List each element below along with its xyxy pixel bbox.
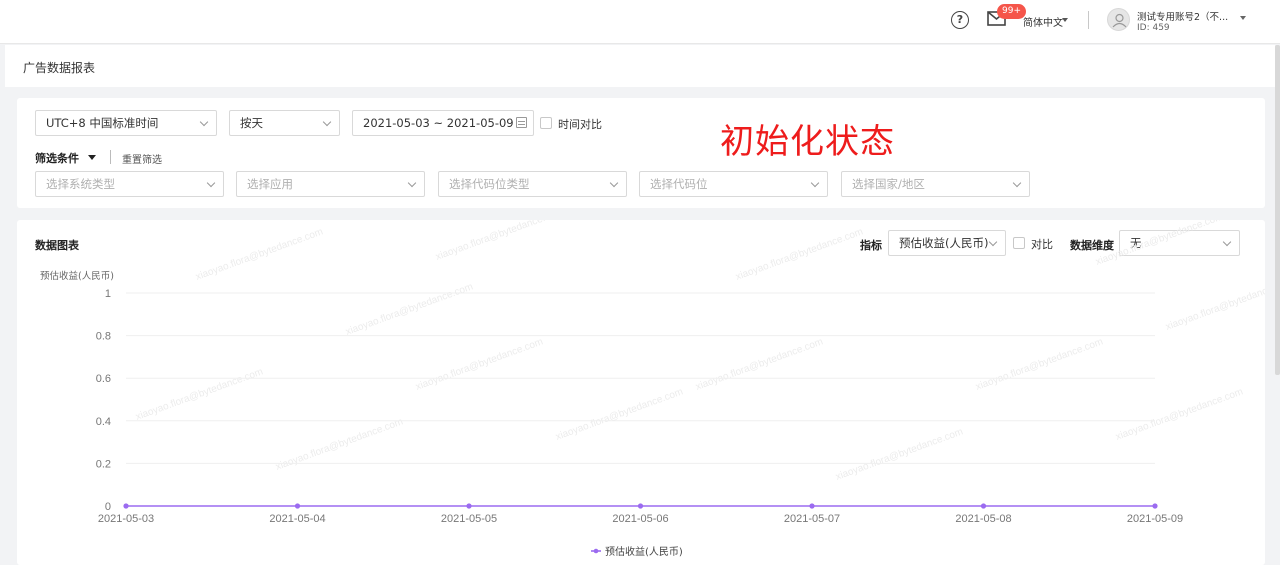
line-chart: xiaoyao.flora@bytedance.comxiaoyao.flora… [40, 220, 1265, 558]
data-point [1152, 503, 1158, 509]
data-point [294, 503, 301, 509]
y-tick-label: 0 [105, 501, 111, 513]
x-tick-label: 2021-05-03 [98, 513, 154, 525]
question-circle-icon[interactable]: ? [951, 11, 969, 29]
watermark-text: xiaoyao.flora@bytedance.com [974, 336, 1104, 392]
filter-panel: UTC+8 中国标准时间 按天 2021-05-03 ~ 2021-05-09 … [17, 98, 1265, 208]
chevron-down-icon [206, 178, 216, 188]
watermark-text: xiaoyao.flora@bytedance.com [1164, 276, 1265, 332]
data-point [980, 503, 987, 509]
chart-panel: 数据图表 指标 预估收益(人民币) 对比 数据维度 无 xiaoyao.flor… [17, 220, 1265, 565]
chevron-down-icon[interactable] [1240, 16, 1246, 20]
initial-state-annotation: 初始化状态 [720, 122, 895, 162]
watermark-text: xiaoyao.flora@bytedance.com [1094, 220, 1224, 268]
date-range-value: 2021-05-03 ~ 2021-05-09 [363, 116, 514, 130]
watermark-text: xiaoyao.flora@bytedance.com [694, 336, 824, 392]
legend-label: 预估收益(人民币) [605, 545, 683, 558]
chevron-down-icon [1012, 178, 1022, 188]
ad-slot-placeholder: 选择代码位 [650, 177, 708, 191]
x-tick-label: 2021-05-04 [269, 513, 325, 525]
chevron-down-icon [199, 117, 209, 127]
chevron-down-icon [322, 117, 332, 127]
watermark-text: xiaoyao.flora@bytedance.com [734, 226, 864, 282]
ad-slot-type-placeholder: 选择代码位类型 [449, 177, 530, 191]
country-region-select[interactable]: 选择国家/地区 [841, 171, 1030, 197]
y-tick-label: 0.8 [96, 331, 111, 343]
reset-filter-link[interactable]: 重置筛选 [122, 151, 162, 166]
watermark-text: xiaoyao.flora@bytedance.com [834, 426, 964, 482]
y-tick-label: 0.4 [96, 416, 111, 428]
scrollbar[interactable] [1275, 45, 1280, 375]
chevron-down-icon [609, 178, 619, 188]
x-tick-label: 2021-05-06 [612, 513, 668, 525]
timezone-select[interactable]: UTC+8 中国标准时间 [35, 110, 217, 136]
filter-toggle[interactable]: 筛选条件 [35, 150, 79, 166]
user-id: ID: 459 [1137, 23, 1170, 33]
app-select[interactable]: 选择应用 [236, 171, 425, 197]
time-compare-checkbox[interactable] [540, 117, 552, 129]
y-tick-label: 0.6 [96, 373, 111, 385]
legend-marker [593, 548, 599, 554]
watermark-text: xiaoyao.flora@bytedance.com [194, 226, 324, 282]
data-point [123, 503, 129, 509]
chevron-down-icon [407, 178, 417, 188]
data-point [809, 503, 815, 509]
system-type-placeholder: 选择系统类型 [46, 177, 115, 191]
chevron-down-icon [1062, 18, 1068, 22]
language-selector[interactable]: 简体中文 [1023, 14, 1063, 29]
x-tick-label: 2021-05-05 [441, 513, 497, 525]
x-tick-label: 2021-05-08 [955, 513, 1011, 525]
ad-slot-select[interactable]: 选择代码位 [639, 171, 828, 197]
y-tick-label: 1 [105, 288, 111, 300]
page-header: 广告数据报表 [5, 45, 1275, 87]
time-compare-label: 时间对比 [558, 118, 602, 131]
granularity-value: 按天 [240, 116, 263, 130]
user-name[interactable]: 测试专用账号2（不... [1137, 9, 1228, 23]
data-point [466, 503, 472, 509]
chevron-down-icon [810, 178, 820, 188]
x-tick-label: 2021-05-09 [1127, 513, 1183, 525]
granularity-select[interactable]: 按天 [229, 110, 340, 136]
mail-badge: 99+ [997, 4, 1026, 19]
ad-slot-type-select[interactable]: 选择代码位类型 [438, 171, 627, 197]
country-region-placeholder: 选择国家/地区 [852, 177, 925, 191]
y-tick-label: 0.2 [96, 458, 111, 470]
y-axis-label: 预估收益(人民币) [40, 270, 114, 282]
timezone-value: UTC+8 中国标准时间 [46, 116, 159, 130]
divider [110, 150, 111, 164]
divider [1088, 11, 1089, 29]
top-bar: ? 99+ 简体中文 测试专用账号2（不... ID: 459 [0, 0, 1280, 44]
watermark-text: xiaoyao.flora@bytedance.com [434, 220, 564, 263]
watermark-text: xiaoyao.flora@bytedance.com [274, 416, 404, 472]
data-point [637, 503, 644, 509]
avatar[interactable] [1107, 8, 1130, 31]
user-icon [1112, 13, 1127, 28]
calendar-icon [516, 117, 527, 128]
watermark-text: xiaoyao.flora@bytedance.com [344, 281, 474, 337]
system-type-select[interactable]: 选择系统类型 [35, 171, 224, 197]
x-tick-label: 2021-05-07 [784, 513, 840, 525]
app-placeholder: 选择应用 [247, 177, 293, 191]
watermark-text: xiaoyao.flora@bytedance.com [134, 366, 264, 422]
caret-down-icon[interactable] [88, 155, 96, 160]
watermark-text: xiaoyao.flora@bytedance.com [554, 386, 684, 442]
watermark-text: xiaoyao.flora@bytedance.com [414, 336, 544, 392]
date-range-picker[interactable]: 2021-05-03 ~ 2021-05-09 [352, 110, 534, 136]
page-title: 广告数据报表 [23, 61, 96, 75]
watermark-text: xiaoyao.flora@bytedance.com [1114, 386, 1244, 442]
